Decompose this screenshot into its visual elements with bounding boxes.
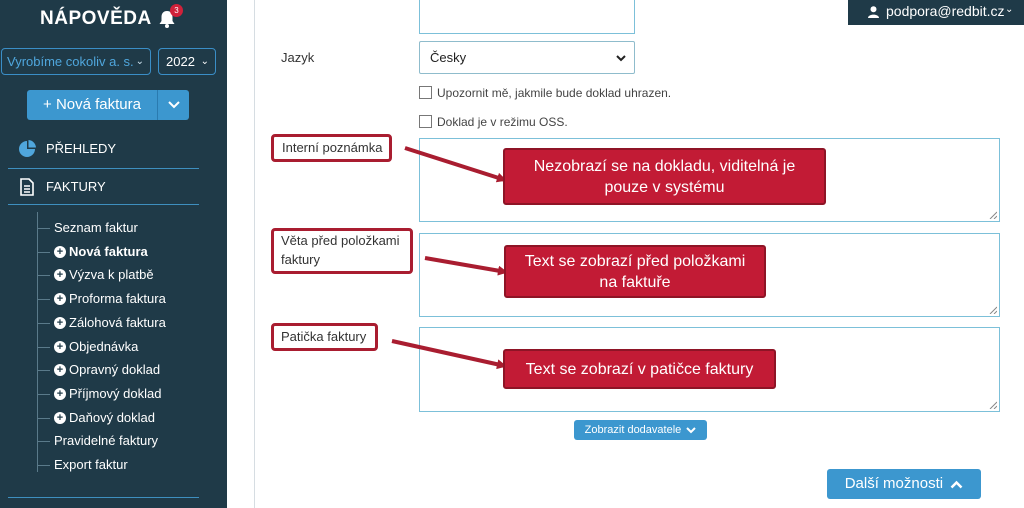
- callout-pre-items: Text se zobrazí před položkami na faktuř…: [504, 245, 766, 298]
- callout-footer-text: Text se zobrazí v patičce faktury: [525, 360, 754, 378]
- tree-tick: [38, 275, 50, 277]
- user-icon: [868, 6, 879, 18]
- sidebar-item-label: Proforma faktura: [69, 291, 166, 307]
- sidebar-item-label: Objednávka: [69, 338, 139, 354]
- chevron-down-icon: ⌄: [135, 56, 144, 67]
- plus-circle-icon: +: [54, 316, 66, 329]
- plus-circle-icon: +: [54, 340, 66, 353]
- document-icon: [20, 178, 34, 196]
- oss-checkbox[interactable]: [419, 115, 432, 128]
- company-select[interactable]: Vyrobíme cokoliv a. s. ⌄: [1, 48, 151, 75]
- nav-section-prehledy[interactable]: PŘEHLEDY: [0, 130, 227, 168]
- brand-title[interactable]: NÁPOVĚDA: [40, 8, 152, 30]
- language-select-value: Česky: [430, 50, 467, 65]
- divider: [8, 204, 199, 205]
- callout-footer: Text se zobrazí v patičce faktury: [503, 349, 776, 389]
- plus-circle-icon: +: [54, 293, 66, 306]
- show-supplier-button-label: Zobrazit dodavatele: [584, 424, 682, 436]
- pre-items-label-line2: faktury: [281, 252, 321, 267]
- plus-circle-icon: +: [54, 364, 66, 377]
- plus-circle-icon: +: [54, 269, 66, 282]
- internal-note-label: Interní poznámka: [282, 140, 383, 155]
- chevron-down-icon: [167, 101, 180, 109]
- year-select-value: 2022: [166, 54, 195, 69]
- tree-tick: [38, 228, 50, 229]
- tree-tick: [38, 393, 50, 395]
- callout-internal-note: Nezobrazí se na dokladu, viditelná je po…: [503, 148, 826, 205]
- tree-tick: [38, 465, 50, 466]
- sidebar-item-label: Zálohová faktura: [69, 314, 166, 330]
- previous-field[interactable]: [419, 0, 635, 34]
- chevron-down-icon: [686, 427, 697, 434]
- chevron-down-icon: ⌄: [1005, 4, 1014, 15]
- callout-internal-note-line1: Nezobrazí se na dokladu, viditelná je: [533, 157, 796, 175]
- tree-tick: [38, 441, 50, 443]
- tree-tick: [38, 322, 50, 324]
- user-email: podpora@redbit.cz: [886, 3, 1005, 19]
- plus-circle-icon: +: [54, 387, 66, 400]
- resize-grip-icon[interactable]: [989, 211, 997, 219]
- pie-chart-icon: [19, 140, 36, 157]
- resize-grip-icon[interactable]: [989, 401, 997, 409]
- chevron-down-icon: ⌄: [200, 56, 209, 67]
- tree-tick: [38, 370, 50, 372]
- callout-internal-note-line2: pouze v systému: [604, 178, 725, 196]
- sidebar: NÁPOVĚDA 3 Vyrobíme cokoliv a. s. ⌄ 2022…: [0, 0, 227, 508]
- sidebar-item-label: Pravidelné faktury: [54, 433, 159, 449]
- sidebar-item-label: Opravný doklad: [69, 362, 161, 378]
- chevron-up-icon: [950, 480, 963, 488]
- new-invoice-button[interactable]: + Nová faktura: [27, 90, 189, 120]
- nav-section-faktury[interactable]: FAKTURY: [0, 168, 227, 206]
- sidebar-item-label: Nová faktura: [69, 243, 148, 259]
- tree-tick: [38, 251, 50, 253]
- pre-items-label-line1: Věta před položkami: [281, 233, 400, 248]
- nav-section-prehledy-label: PŘEHLEDY: [46, 141, 117, 156]
- notification-badge: 3: [170, 4, 183, 17]
- new-invoice-button-label: + Nová faktura: [43, 96, 141, 113]
- resize-grip-icon[interactable]: [989, 306, 997, 314]
- callout-pre-items-line1: Text se zobrazí před položkami: [524, 252, 746, 270]
- plus-circle-icon: +: [54, 245, 66, 258]
- divider: [8, 497, 199, 498]
- notify-paid-label: Upozornit mě, jakmile bude doklad uhraze…: [437, 86, 672, 100]
- callout-pre-items-line2: na faktuře: [599, 273, 671, 291]
- nav-section-faktury-label: FAKTURY: [46, 179, 106, 194]
- content-border: [254, 0, 255, 508]
- sidebar-item-label: Příjmový doklad: [69, 385, 162, 401]
- tree-tick: [38, 299, 50, 301]
- user-menu[interactable]: podpora@redbit.cz ⌄: [848, 0, 1024, 25]
- sidebar-item-label: Daňový doklad: [69, 409, 155, 425]
- year-select[interactable]: 2022 ⌄: [158, 48, 216, 75]
- sidebar-item-label: Seznam faktur: [54, 220, 138, 235]
- oss-label: Doklad je v režimu OSS.: [437, 115, 568, 129]
- more-options-button[interactable]: Další možnosti: [827, 469, 981, 499]
- tree-tick: [38, 417, 50, 419]
- plus-circle-icon: +: [54, 411, 66, 424]
- sidebar-item-label: Výzva k platbě: [69, 267, 154, 283]
- company-select-value: Vyrobíme cokoliv a. s.: [7, 54, 134, 69]
- chevron-down-icon: [616, 55, 626, 62]
- language-select[interactable]: Česky: [419, 41, 635, 74]
- new-invoice-dropdown-button[interactable]: [157, 90, 189, 120]
- tree-tick: [38, 346, 50, 348]
- footer-label: Patička faktury: [281, 329, 367, 344]
- more-options-button-label: Další možnosti: [844, 475, 944, 492]
- notify-paid-checkbox[interactable]: [419, 86, 432, 99]
- language-label: Jazyk: [281, 50, 315, 65]
- show-supplier-button[interactable]: Zobrazit dodavatele: [574, 420, 707, 440]
- sidebar-item-label: Export faktur: [54, 457, 128, 472]
